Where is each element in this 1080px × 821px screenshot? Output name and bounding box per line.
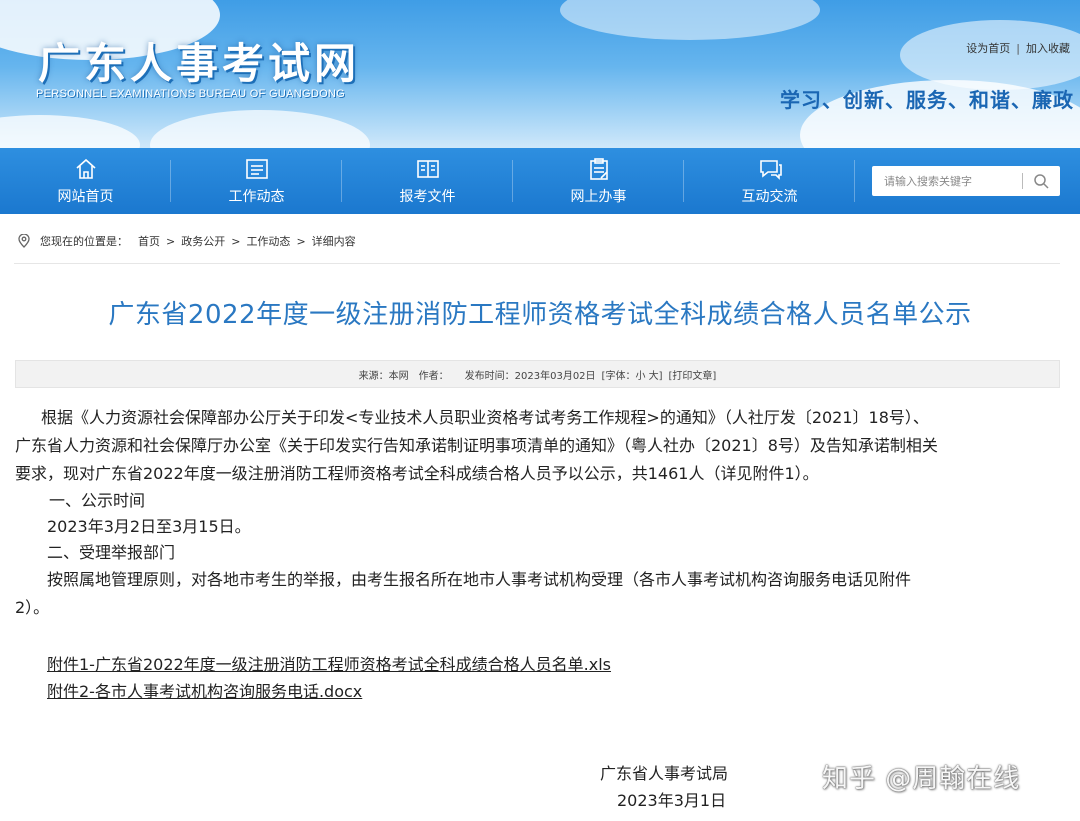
- breadcrumb-divider: [14, 263, 1060, 264]
- section-heading: 一、公示时间: [49, 491, 146, 510]
- signature-org: 广东省人事考试局: [600, 764, 729, 783]
- meta-published: 发布时间：2023年03月02日: [464, 370, 596, 382]
- clipboard-icon: [586, 156, 612, 182]
- breadcrumb-work-news[interactable]: 工作动态: [246, 233, 290, 249]
- search-input[interactable]: [872, 167, 1022, 195]
- nav-item-label: 网上办事: [570, 189, 627, 205]
- search-button[interactable]: [1023, 167, 1059, 195]
- watermark-text: 知乎 @周翰在线: [822, 764, 1021, 794]
- breadcrumb: 您现在的位置是： 首页 > 政务公开 > 工作动态 > 详细内容: [18, 233, 356, 249]
- nav-item-online-services[interactable]: 网上办事: [513, 148, 684, 214]
- bookmark-link[interactable]: 加入收藏: [1026, 40, 1070, 56]
- breadcrumb-arrow: >: [296, 234, 306, 248]
- search-icon: [1034, 174, 1049, 189]
- breadcrumb-home[interactable]: 首页: [138, 233, 160, 249]
- main-nav: 网站首页 工作动态 报考文件 网上办事 互动交流: [0, 148, 1080, 214]
- article-meta-bar: 来源：本网 作者： 发布时间：2023年03月02日 [字体：小 大] [打印文…: [15, 360, 1060, 388]
- article-body: 根据《人力资源社会保障部办公厅关于印发<专业技术人员职业资格考试考务工作规程>的…: [15, 404, 1065, 622]
- top-links: 设为首页 | 加入收藏: [966, 40, 1070, 56]
- cloud-decoration: [560, 0, 820, 40]
- nav-item-news[interactable]: 工作动态: [171, 148, 342, 214]
- body-line: 2023年3月2日至3月15日。: [47, 517, 251, 536]
- location-pin-icon: [18, 234, 30, 248]
- search-box: [872, 166, 1060, 196]
- header-banner: 广东人事考试网 PERSONNEL EXAMINATIONS BUREAU OF…: [0, 0, 1080, 148]
- font-size-toggle[interactable]: [字体：小 大]: [602, 367, 663, 382]
- cloud-decoration: [150, 110, 370, 148]
- breadcrumb-gov-affairs[interactable]: 政务公开: [181, 233, 225, 249]
- news-icon: [244, 156, 270, 182]
- nav-item-label: 报考文件: [399, 189, 456, 205]
- nav-item-label: 工作动态: [228, 189, 285, 205]
- meta-author: 作者：: [418, 370, 449, 382]
- site-slogan: 学习、创新、服务、和谐、廉政: [780, 88, 1074, 112]
- breadcrumb-arrow: >: [166, 234, 176, 248]
- nav-item-interaction[interactable]: 互动交流: [684, 148, 855, 214]
- section-heading: 二、受理举报部门: [47, 543, 176, 562]
- attachment-link-2[interactable]: 附件2-各市人事考试机构咨询服务电话.docx: [47, 678, 611, 705]
- nav-item-label: 互动交流: [741, 189, 798, 205]
- home-icon: [73, 156, 99, 182]
- signature-date: 2023年3月1日: [617, 791, 727, 810]
- breadcrumb-prefix: 您现在的位置是：: [40, 235, 128, 248]
- nav-item-home[interactable]: 网站首页: [0, 148, 171, 214]
- site-logo-subtitle: PERSONNEL EXAMINATIONS BUREAU OF GUANGDO…: [36, 88, 346, 100]
- breadcrumb-arrow: >: [231, 234, 241, 248]
- article-title: 广东省2022年度一级注册消防工程师资格考试全科成绩合格人员名单公示: [108, 300, 972, 330]
- set-home-link[interactable]: 设为首页: [966, 40, 1010, 56]
- body-line: 广东省人力资源和社会保障厅办公室《关于印发实行告知承诺制证明事项清单的通知》（粤…: [15, 436, 938, 455]
- body-line: 按照属地管理原则，对各地市考生的举报，由考生报名所在地市人事考试机构受理（各市人…: [47, 570, 912, 589]
- cloud-decoration: [0, 115, 140, 148]
- top-links-separator: |: [1016, 41, 1020, 55]
- book-icon: [415, 156, 441, 182]
- chat-icon: [757, 156, 783, 182]
- body-line: 根据《人力资源社会保障部办公厅关于印发<专业技术人员职业资格考试考务工作规程>的…: [41, 408, 929, 427]
- nav-item-label: 网站首页: [57, 189, 114, 205]
- print-article-link[interactable]: [打印文章]: [669, 367, 717, 382]
- attachment-link-1[interactable]: 附件1-广东省2022年度一级注册消防工程师资格考试全科成绩合格人员名单.xls: [47, 651, 611, 678]
- nav-item-exam-docs[interactable]: 报考文件: [342, 148, 513, 214]
- body-line: 2）。: [15, 598, 50, 617]
- meta-source: 来源：本网: [358, 370, 409, 382]
- breadcrumb-current: 详细内容: [311, 235, 356, 248]
- attachments-list: 附件1-广东省2022年度一级注册消防工程师资格考试全科成绩合格人员名单.xls…: [47, 651, 611, 705]
- body-line: 要求，现对广东省2022年度一级注册消防工程师资格考试全科成绩合格人员予以公示，…: [15, 464, 819, 483]
- site-logo-title[interactable]: 广东人事考试网: [38, 30, 360, 91]
